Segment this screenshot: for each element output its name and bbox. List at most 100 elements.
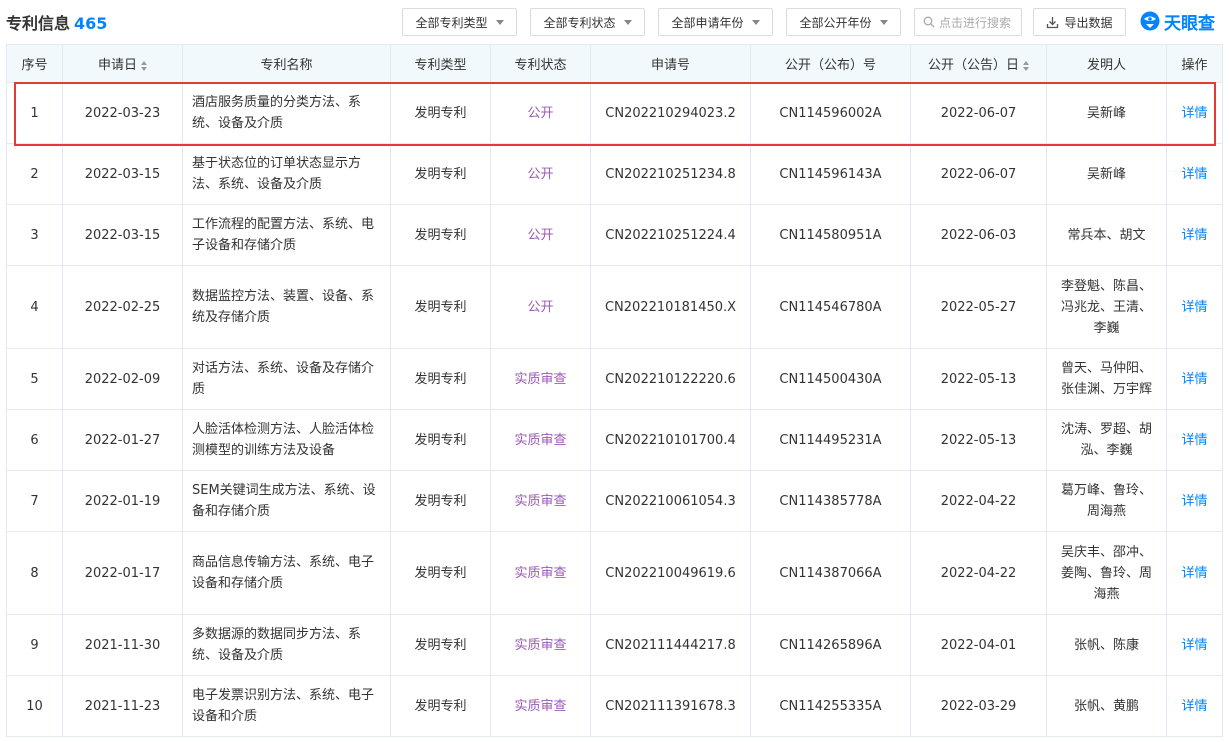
details-link[interactable]: 详情 [1166, 531, 1223, 615]
cell-publication-date: 2022-05-13 [910, 348, 1047, 410]
sort-icon[interactable] [1023, 60, 1029, 71]
cell-patent-status: 公开 [490, 204, 591, 266]
details-link[interactable]: 详情 [1166, 409, 1223, 471]
cell-apply-date: 2022-03-23 [62, 82, 183, 144]
toolbar: 专利信息 465 全部专利类型 全部专利状态 全部申请年份 全部公开年份 点击进行… [0, 0, 1229, 44]
filter-patent-status[interactable]: 全部专利状态 [530, 8, 645, 36]
cell-patent-type: 发明专利 [390, 265, 491, 349]
cell-publication-date: 2022-06-07 [910, 82, 1047, 144]
cell-patent-name: 对话方法、系统、设备及存储介质 [182, 348, 391, 410]
table-row: 4 2022-02-25 数据监控方法、装置、设备、系统及存储介质 发明专利 公… [6, 265, 1223, 349]
cell-application-number: CN202210251234.8 [590, 143, 751, 205]
cell-application-number: CN202210122220.6 [590, 348, 751, 410]
export-data-button[interactable]: 导出数据 [1033, 8, 1126, 36]
details-link[interactable]: 详情 [1166, 348, 1223, 410]
details-link[interactable]: 详情 [1166, 265, 1223, 349]
details-link[interactable]: 详情 [1166, 470, 1223, 532]
filter-patent-type[interactable]: 全部专利类型 [402, 8, 517, 36]
cell-apply-date: 2021-11-23 [62, 675, 183, 737]
search-input[interactable]: 点击进行搜索 [914, 8, 1022, 36]
cell-inventors: 吴新峰 [1046, 143, 1167, 205]
cell-inventors: 沈涛、罗超、胡泓、李巍 [1046, 409, 1167, 471]
details-link[interactable]: 详情 [1166, 204, 1223, 266]
cell-patent-type: 发明专利 [390, 82, 491, 144]
cell-inventors: 葛万峰、鲁玲、周海燕 [1046, 470, 1167, 532]
cell-patent-status: 实质审查 [490, 614, 591, 676]
patent-table: 序号 申请日 专利名称 专利类型 专利状态 申请号 公开（公布）号 公开（公告）… [6, 44, 1223, 737]
cell-index: 3 [6, 204, 63, 266]
section-title-label: 专利信息 [6, 14, 71, 33]
cell-patent-name: SEM关键词生成方法、系统、设备和存储介质 [182, 470, 391, 532]
cell-publication-number: CN114495231A [750, 409, 911, 471]
cell-index: 1 [6, 82, 63, 144]
cell-patent-type: 发明专利 [390, 409, 491, 471]
cell-index: 10 [6, 675, 63, 737]
chevron-down-icon [495, 19, 504, 25]
cell-apply-date: 2022-01-19 [62, 470, 183, 532]
table-row: 9 2021-11-30 多数据源的数据同步方法、系统、设备及介质 发明专利 实… [6, 614, 1223, 676]
search-icon [923, 16, 935, 28]
cell-patent-name: 基于状态位的订单状态显示方法、系统、设备及介质 [182, 143, 391, 205]
cell-patent-status: 实质审查 [490, 675, 591, 737]
column-header-application-number: 申请号 [590, 44, 751, 83]
cell-apply-date: 2021-11-30 [62, 614, 183, 676]
cell-patent-type: 发明专利 [390, 531, 491, 615]
cell-publication-number: CN114596143A [750, 143, 911, 205]
cell-patent-name: 多数据源的数据同步方法、系统、设备及介质 [182, 614, 391, 676]
cell-patent-name: 工作流程的配置方法、系统、电子设备和存储介质 [182, 204, 391, 266]
cell-patent-type: 发明专利 [390, 204, 491, 266]
cell-publication-date: 2022-05-13 [910, 409, 1047, 471]
details-link[interactable]: 详情 [1166, 614, 1223, 676]
cell-application-number: CN202111391678.3 [590, 675, 751, 737]
export-data-label: 导出数据 [1064, 15, 1113, 30]
cell-publication-number: CN114546780A [750, 265, 911, 349]
column-header-publication-number: 公开（公布）号 [750, 44, 911, 83]
cell-patent-status: 实质审查 [490, 409, 591, 471]
sort-icon[interactable] [141, 60, 147, 71]
cell-publication-date: 2022-04-01 [910, 614, 1047, 676]
cell-publication-date: 2022-03-29 [910, 675, 1047, 737]
cell-inventors: 李登魁、陈昌、冯兆龙、王清、李巍 [1046, 265, 1167, 349]
patent-count: 465 [74, 14, 108, 33]
filter-patent-status-label: 全部专利状态 [543, 15, 616, 30]
cell-publication-date: 2022-05-27 [910, 265, 1047, 349]
cell-patent-name: 商品信息传输方法、系统、电子设备和存储介质 [182, 531, 391, 615]
cell-publication-number: CN114580951A [750, 204, 911, 266]
cell-apply-date: 2022-03-15 [62, 204, 183, 266]
table-row: 8 2022-01-17 商品信息传输方法、系统、电子设备和存储介质 发明专利 … [6, 531, 1223, 615]
cell-application-number: CN202111444217.8 [590, 614, 751, 676]
cell-patent-type: 发明专利 [390, 348, 491, 410]
column-header-publication-date[interactable]: 公开（公告）日 [910, 44, 1047, 83]
cell-patent-name: 电子发票识别方法、系统、电子设备和介质 [182, 675, 391, 737]
cell-index: 9 [6, 614, 63, 676]
cell-publication-number: CN114596002A [750, 82, 911, 144]
details-link[interactable]: 详情 [1166, 143, 1223, 205]
details-link[interactable]: 详情 [1166, 675, 1223, 737]
table-row: 2 2022-03-15 基于状态位的订单状态显示方法、系统、设备及介质 发明专… [6, 143, 1223, 205]
cell-inventors: 曾天、马仲阳、张佳渊、万宇辉 [1046, 348, 1167, 410]
tianyancha-logo: 天眼查 [1139, 7, 1215, 35]
column-header-apply-date[interactable]: 申请日 [62, 44, 183, 83]
filter-patent-type-label: 全部专利类型 [415, 15, 488, 30]
logo-text: 天眼查 [1164, 13, 1215, 34]
column-header-patent-type: 专利类型 [390, 44, 491, 83]
cell-publication-date: 2022-04-22 [910, 531, 1047, 615]
table-row: 5 2022-02-09 对话方法、系统、设备及存储介质 发明专利 实质审查 C… [6, 348, 1223, 410]
cell-apply-date: 2022-01-17 [62, 531, 183, 615]
cell-patent-type: 发明专利 [390, 470, 491, 532]
cell-patent-status: 公开 [490, 143, 591, 205]
cell-patent-type: 发明专利 [390, 614, 491, 676]
cell-patent-type: 发明专利 [390, 675, 491, 737]
details-link[interactable]: 详情 [1166, 82, 1223, 144]
filter-publish-year[interactable]: 全部公开年份 [786, 8, 901, 36]
cell-publication-number: CN114385778A [750, 470, 911, 532]
cell-patent-type: 发明专利 [390, 143, 491, 205]
cell-application-number: CN202210061054.3 [590, 470, 751, 532]
chevron-down-icon [879, 19, 888, 25]
cell-index: 4 [6, 265, 63, 349]
cell-index: 7 [6, 470, 63, 532]
cell-patent-name: 酒店服务质量的分类方法、系统、设备及介质 [182, 82, 391, 144]
column-header-patent-name: 专利名称 [182, 44, 391, 83]
chevron-down-icon [751, 19, 760, 25]
filter-apply-year[interactable]: 全部申请年份 [658, 8, 773, 36]
